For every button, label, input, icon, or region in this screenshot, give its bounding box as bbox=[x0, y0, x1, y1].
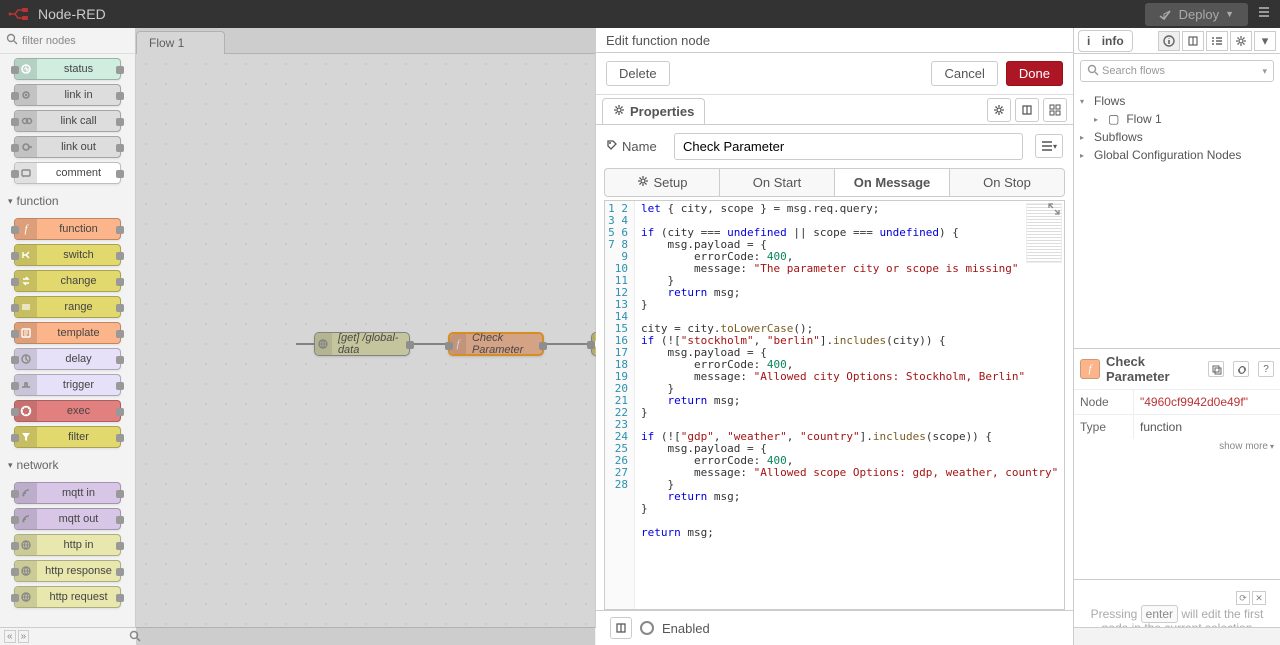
function-icon bbox=[1080, 359, 1100, 379]
name-input[interactable] bbox=[674, 133, 1023, 160]
palette-node-mqtt-in[interactable]: mqtt in bbox=[14, 482, 121, 504]
ib-help-button[interactable]: ? bbox=[1258, 361, 1274, 377]
palette-node-filter[interactable]: filter bbox=[14, 426, 121, 448]
sb-btn-help[interactable] bbox=[1182, 31, 1204, 51]
app-header: Node-RED Deploy ▼ bbox=[0, 0, 1280, 28]
palette-node-comment[interactable]: comment bbox=[14, 162, 121, 184]
edit-function-panel: Edit function node Delete Cancel Done Pr… bbox=[596, 28, 1074, 645]
brand-label: Node-RED bbox=[38, 6, 106, 22]
palette-node-mqtt-out[interactable]: mqtt out bbox=[14, 508, 121, 530]
palette-node-exec[interactable]: exec bbox=[14, 400, 121, 422]
tab-flow1[interactable]: Flow 1 bbox=[136, 31, 225, 54]
palette-node-http-response[interactable]: http response bbox=[14, 560, 121, 582]
palette-filter[interactable]: filter nodes bbox=[0, 28, 135, 54]
palette-cat-network[interactable]: ▾network bbox=[0, 452, 135, 478]
status-btn-2[interactable]: » bbox=[18, 630, 30, 643]
delete-button[interactable]: Delete bbox=[606, 61, 670, 86]
chevron-down-icon: ▼ bbox=[1225, 9, 1234, 19]
search-flows-input[interactable]: Search flows▾ bbox=[1080, 60, 1274, 82]
sb-btn-config[interactable] bbox=[1230, 31, 1252, 51]
palette-node-trigger[interactable]: trigger bbox=[14, 374, 121, 396]
search-icon bbox=[1087, 64, 1098, 78]
tab-setup[interactable]: Setup bbox=[604, 168, 719, 197]
expand-editor-button[interactable] bbox=[1048, 203, 1062, 217]
gear-icon bbox=[637, 175, 649, 190]
done-button[interactable]: Done bbox=[1006, 61, 1063, 86]
enabled-label: Enabled bbox=[662, 621, 710, 636]
node-settings-button[interactable] bbox=[987, 98, 1011, 122]
sidebar-tab-info[interactable]: i info bbox=[1078, 30, 1133, 52]
palette-node-link-in[interactable]: link in bbox=[14, 84, 121, 106]
status-search-button[interactable] bbox=[129, 630, 140, 644]
footer-library-button[interactable] bbox=[610, 617, 632, 639]
sb-btn-debug[interactable] bbox=[1206, 31, 1228, 51]
tree-global[interactable]: ▸Global Configuration Nodes bbox=[1080, 146, 1274, 164]
deploy-button[interactable]: Deploy ▼ bbox=[1145, 3, 1248, 26]
sb-btn-info[interactable] bbox=[1158, 31, 1180, 51]
palette-node-link-call[interactable]: link call bbox=[14, 110, 121, 132]
palette-node-link-out[interactable]: link out bbox=[14, 136, 121, 158]
nodered-logo bbox=[8, 7, 32, 21]
tree-flows[interactable]: ▾Flows bbox=[1080, 92, 1274, 110]
name-options-button[interactable]: ▾ bbox=[1035, 134, 1063, 158]
tree-subflows[interactable]: ▸Subflows bbox=[1080, 128, 1274, 146]
tab-on-message[interactable]: On Message bbox=[834, 168, 949, 197]
canvas-node-http-in[interactable]: [get] /global-data bbox=[314, 332, 410, 356]
palette-node-status[interactable]: status bbox=[14, 58, 121, 80]
canvas-node-check-parameter[interactable]: Check Parameter bbox=[448, 332, 544, 356]
palette-cat-function[interactable]: ▾function bbox=[0, 188, 135, 214]
palette-node-range[interactable]: range bbox=[14, 296, 121, 318]
code-editor[interactable]: 1 2 3 4 5 6 7 8 9 10 11 12 13 14 15 16 1… bbox=[604, 200, 1065, 610]
globe-icon bbox=[315, 333, 332, 355]
hamburger-menu-button[interactable] bbox=[1258, 5, 1272, 23]
palette-node-template[interactable]: template bbox=[14, 322, 121, 344]
ib-link-button[interactable] bbox=[1233, 361, 1249, 377]
sidebar-node-info: Check Parameter ? Node"4960cf9942d0e49f"… bbox=[1074, 348, 1280, 454]
flow-canvas[interactable]: [get] /global-data Check Parameter switc… bbox=[136, 54, 595, 645]
palette: filter nodes status link in link call link … bbox=[0, 28, 136, 645]
flow-tabbar: Flow 1 bbox=[136, 28, 595, 54]
name-label: Name bbox=[606, 139, 666, 154]
workspace: Flow 1 [get] /global-data Check Paramete… bbox=[136, 28, 596, 645]
palette-node-change[interactable]: change bbox=[14, 270, 121, 292]
palette-node-http-request[interactable]: http request bbox=[14, 586, 121, 608]
palette-node-delay[interactable]: delay bbox=[14, 348, 121, 370]
flow-icon: ▢ bbox=[1108, 112, 1119, 126]
section-properties-tab[interactable]: Properties bbox=[602, 98, 705, 124]
tab-on-stop[interactable]: On Stop bbox=[949, 168, 1065, 197]
enabled-toggle[interactable] bbox=[640, 621, 654, 635]
node-docs-button[interactable] bbox=[1015, 98, 1039, 122]
tag-icon bbox=[606, 139, 618, 154]
name-row: Name ▾ bbox=[596, 125, 1073, 168]
cancel-button[interactable]: Cancel bbox=[931, 61, 997, 86]
gear-icon bbox=[613, 104, 625, 119]
sb-btn-more[interactable]: ▾ bbox=[1254, 31, 1276, 51]
palette-node-function[interactable]: function bbox=[14, 218, 121, 240]
node-appearance-button[interactable] bbox=[1043, 98, 1067, 122]
search-icon bbox=[6, 33, 18, 48]
palette-node-switch[interactable]: switch bbox=[14, 244, 121, 266]
ib-copy-button[interactable] bbox=[1208, 361, 1224, 377]
tree-flow1[interactable]: ▸▢Flow 1 bbox=[1080, 110, 1274, 128]
tip-close-button[interactable]: ✕ bbox=[1252, 591, 1266, 605]
status-btn-1[interactable]: « bbox=[4, 630, 16, 643]
tab-on-start[interactable]: On Start bbox=[719, 168, 834, 197]
palette-node-http-in[interactable]: http in bbox=[14, 534, 121, 556]
edit-panel-title: Edit function node bbox=[596, 28, 1073, 53]
sidebar: i info ▾ Search flows▾ ▾Flows ▸▢Flow 1 ▸… bbox=[1074, 28, 1280, 645]
tip-refresh-button[interactable]: ⟳ bbox=[1236, 591, 1250, 605]
show-more-button[interactable]: show more ▾ bbox=[1074, 439, 1280, 454]
